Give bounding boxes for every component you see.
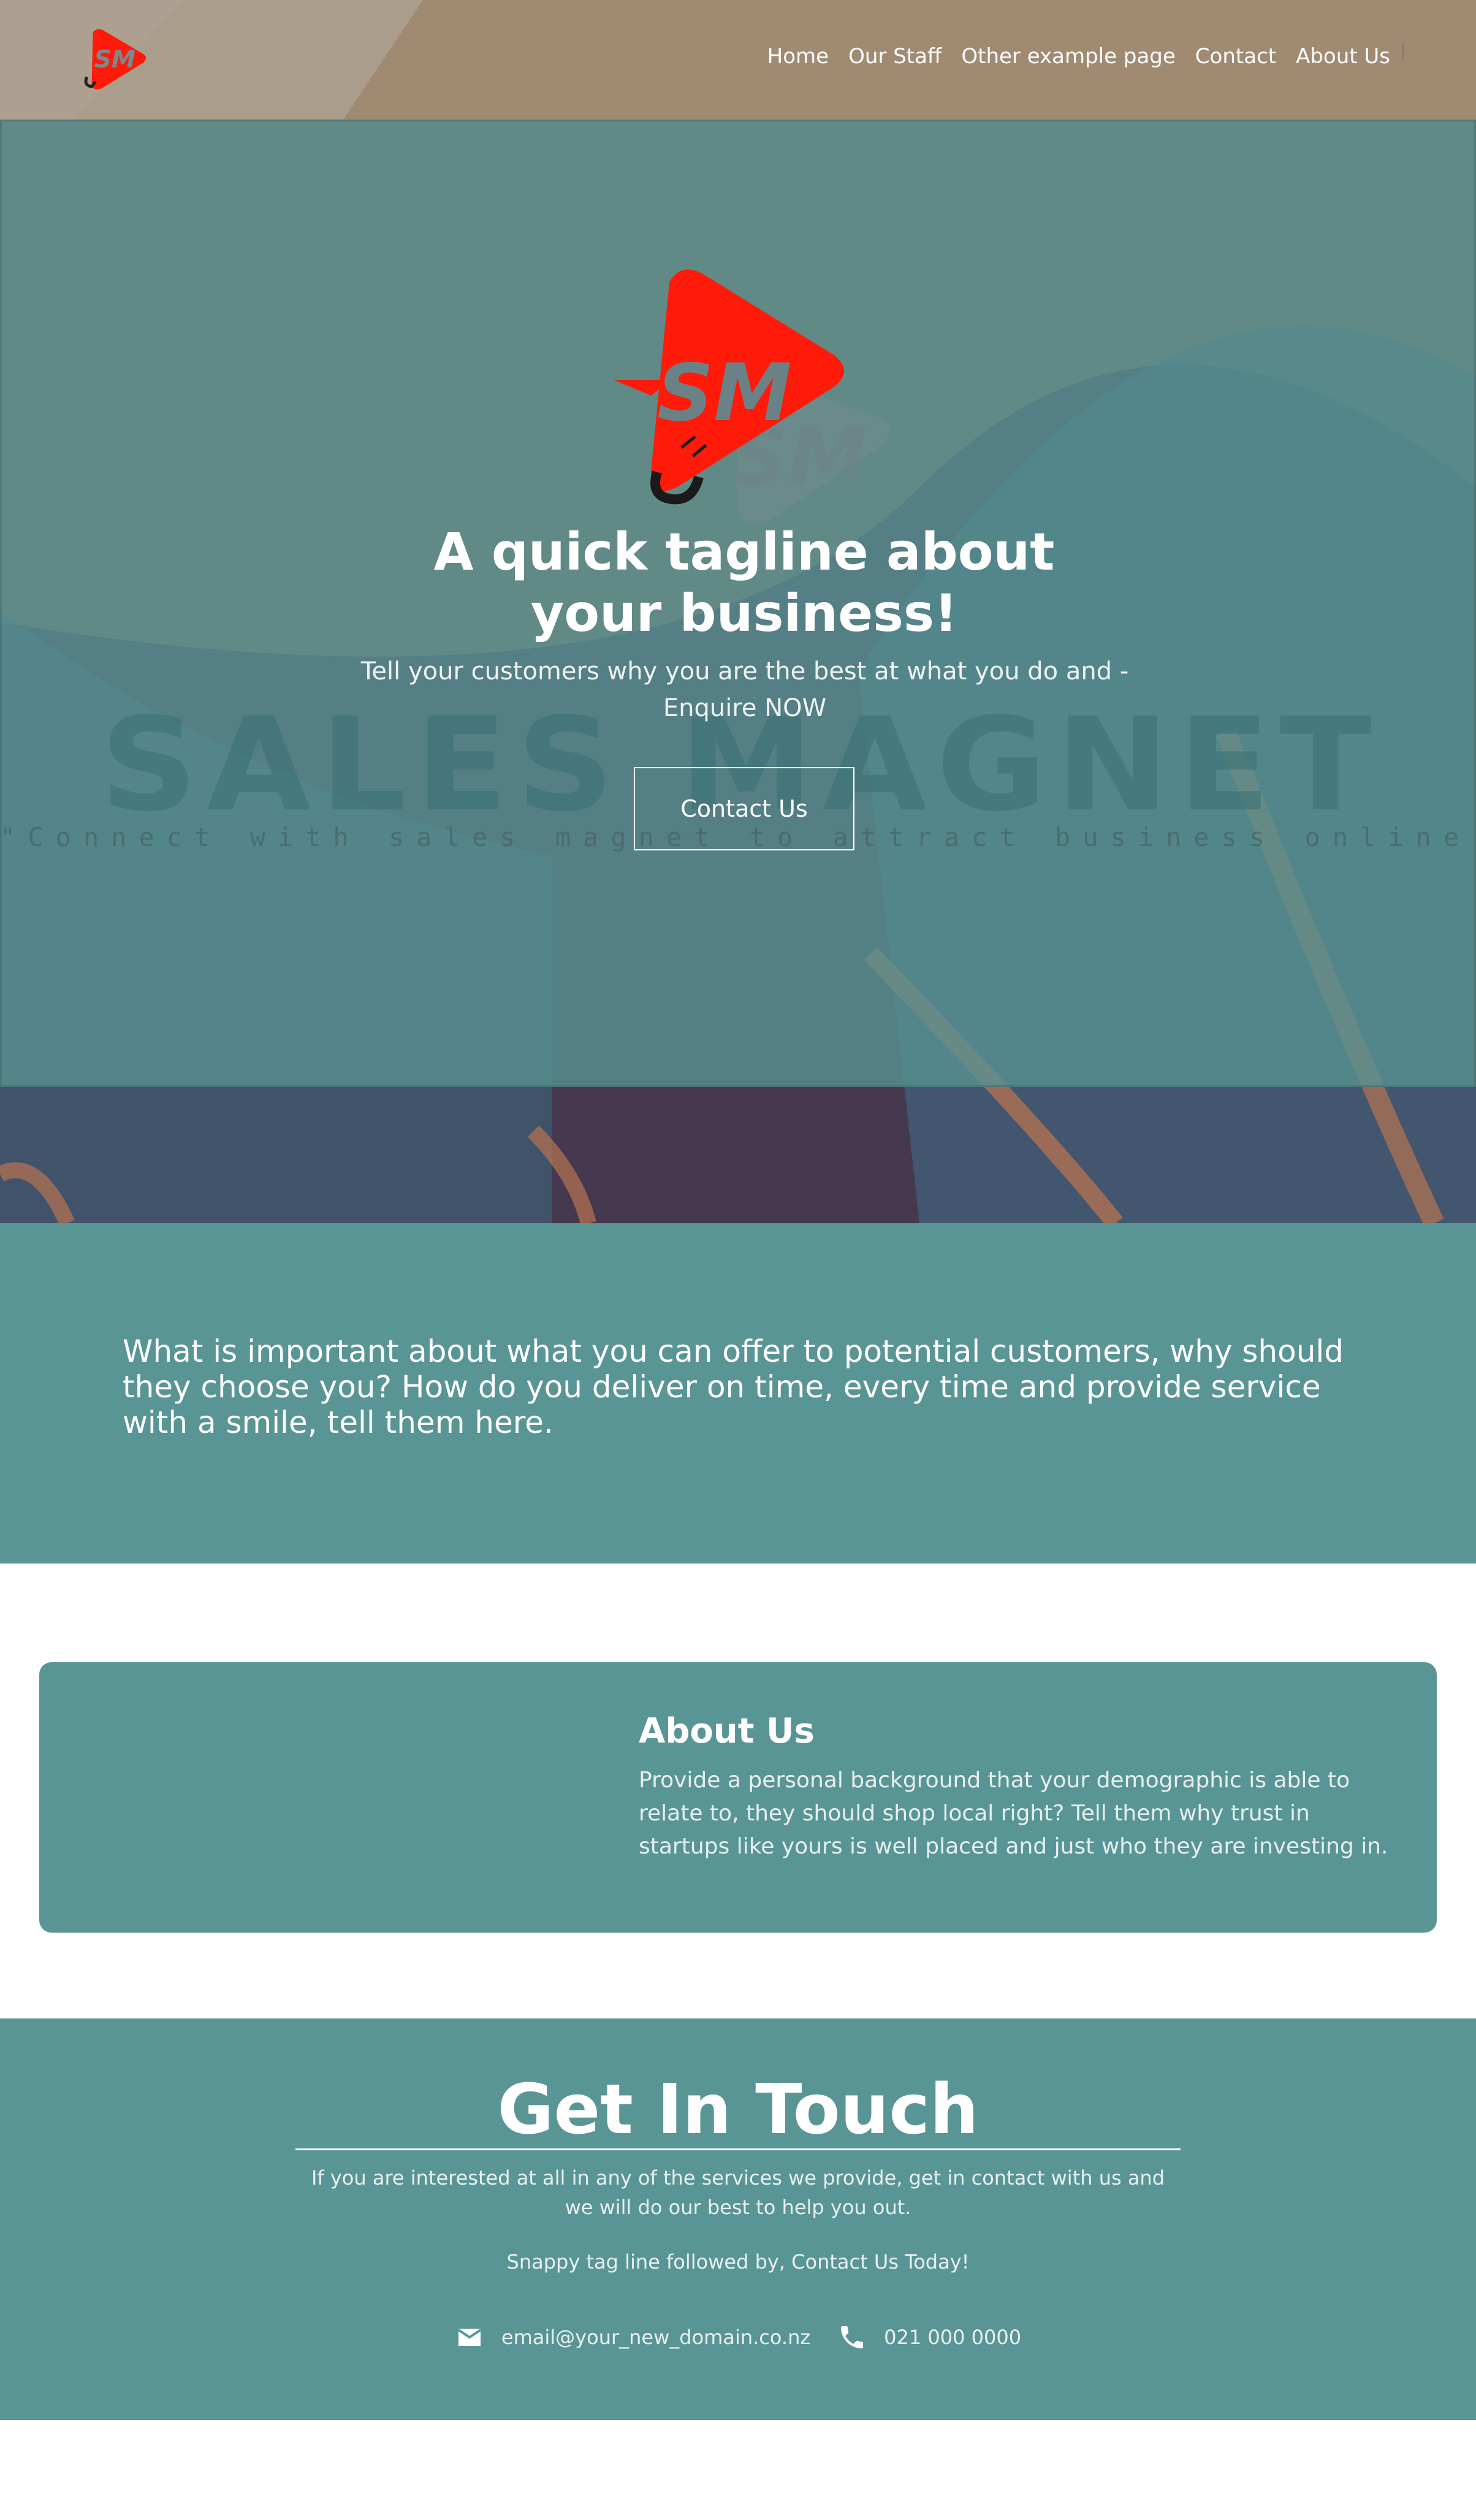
- mail-icon: [457, 2329, 482, 2346]
- phone-link[interactable]: 021 000 0000: [837, 2323, 1021, 2352]
- about-title: About Us: [639, 1711, 815, 1751]
- site-header: SM Home Our Staff Other example page Con…: [0, 0, 1476, 120]
- about-card: About Us Provide a personal background t…: [39, 1662, 1437, 1933]
- main-nav: Home Our Staff Other example page Contac…: [748, 44, 1390, 69]
- email-link[interactable]: email@your_new_domain.co.nz: [455, 2323, 810, 2352]
- hero-title: A quick tagline about your business!: [433, 522, 1055, 643]
- hero-contact-button[interactable]: Contact Us: [634, 767, 854, 850]
- nav-about-us[interactable]: About Us: [1296, 44, 1390, 69]
- hero-subtitle: Tell your customers why you are the best…: [360, 657, 1129, 722]
- email-text: email@your_new_domain.co.nz: [501, 2326, 811, 2349]
- about-body: Provide a personal background that your …: [639, 1768, 1388, 1859]
- nav-other-example-page[interactable]: Other example page: [961, 44, 1175, 69]
- nav-contact[interactable]: Contact: [1195, 44, 1276, 69]
- svg-text:SM: SM: [657, 348, 792, 439]
- intro-section: What is important about what you can off…: [0, 1223, 1476, 1564]
- nav-home[interactable]: Home: [767, 44, 829, 69]
- nav-our-staff[interactable]: Our Staff: [848, 44, 942, 69]
- sales-magnet-logo: SM SM: [614, 269, 890, 524]
- contact-details: email@your_new_domain.co.nz 021 000 0000: [0, 2323, 1476, 2352]
- contact-tagline: Snappy tag line followed by, Contact Us …: [506, 2250, 970, 2274]
- phone-icon: [841, 2326, 864, 2348]
- contact-title: Get In Touch: [497, 2070, 979, 2150]
- sm-logo-icon[interactable]: SM: [78, 25, 151, 94]
- contact-text: If you are interested at all in any of t…: [311, 2166, 1165, 2219]
- nav-divider: [1402, 43, 1404, 60]
- contact-divider: [295, 2148, 1181, 2150]
- contact-section: Get In Touch If you are interested at al…: [0, 2018, 1476, 2420]
- hero-section: SM SM SALES MAGNET "Connect with sales m…: [0, 120, 1476, 1223]
- phone-text: 021 000 0000: [884, 2326, 1022, 2349]
- svg-text:SM: SM: [94, 45, 135, 74]
- intro-text: What is important about what you can off…: [123, 1334, 1344, 1440]
